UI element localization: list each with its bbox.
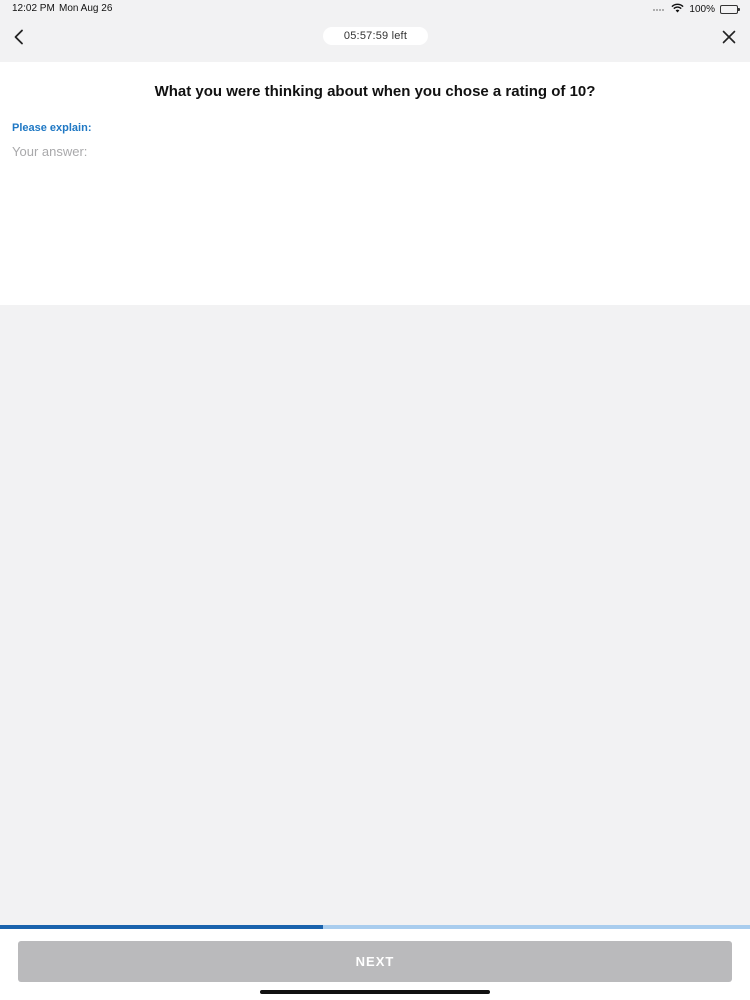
- next-button[interactable]: NEXT: [18, 941, 732, 982]
- status-time: 12:02 PM: [12, 3, 55, 14]
- close-icon: [722, 30, 736, 49]
- back-button[interactable]: [4, 24, 34, 54]
- battery-percent: 100%: [689, 4, 715, 15]
- close-button[interactable]: [714, 24, 744, 54]
- status-indicators: 100%: [653, 3, 740, 16]
- chevron-left-icon: [13, 29, 25, 50]
- status-date: Mon Aug 26: [59, 3, 113, 14]
- survey-screen: 12:02 PM Mon Aug 26 100% 05:57:59 left W…: [0, 0, 750, 1000]
- wifi-icon: [671, 3, 685, 16]
- answer-input[interactable]: [10, 142, 738, 292]
- nav-bar: 05:57:59 left: [0, 18, 750, 62]
- question-card: What you were thinking about when you ch…: [0, 62, 750, 305]
- cellular-signal-icon: [653, 8, 665, 11]
- question-title: What you were thinking about when you ch…: [154, 83, 596, 100]
- explain-label: Please explain:: [12, 122, 92, 134]
- battery-icon: [720, 5, 740, 14]
- time-remaining: 05:57:59 left: [323, 27, 428, 45]
- status-bar: 12:02 PM Mon Aug 26 100%: [0, 0, 750, 18]
- home-indicator: [260, 990, 490, 994]
- footer: NEXT: [0, 929, 750, 1000]
